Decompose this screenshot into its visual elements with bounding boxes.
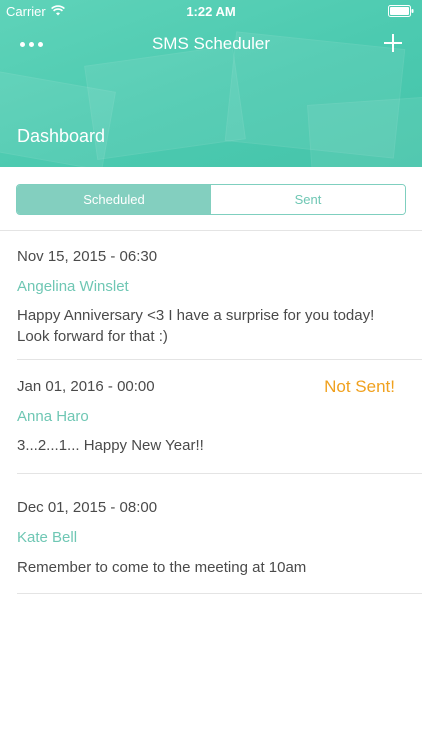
message-text: Happy Anniversary <3 I have a surprise f… xyxy=(17,307,375,345)
status-bar: Carrier 1:22 AM xyxy=(0,0,422,22)
envelope-decoration xyxy=(307,95,422,167)
page-title: Dashboard xyxy=(17,126,106,146)
message-text: Remember to come to the meeting at 10am xyxy=(17,559,307,576)
list-item[interactable]: Jan 01, 2016 - 00:00 Not Sent! Anna Haro… xyxy=(0,360,422,474)
tab-sent[interactable]: Sent xyxy=(211,185,405,214)
recipient-name: Anna Haro xyxy=(17,408,89,425)
list-item[interactable]: Nov 15, 2015 - 06:30 Angelina Winslet Ha… xyxy=(0,231,422,360)
list-item[interactable]: Dec 01, 2015 - 08:00 Kate Bell Remember … xyxy=(0,474,422,594)
tab-scheduled[interactable]: Scheduled xyxy=(17,185,211,214)
app-title: SMS Scheduler xyxy=(151,34,271,53)
clock: 1:22 AM xyxy=(186,4,236,19)
recipient-name: Kate Bell xyxy=(17,529,78,546)
message-date: Nov 15, 2015 - 06:30 xyxy=(17,248,158,265)
battery-icon xyxy=(388,5,414,17)
status-badge: Not Sent! xyxy=(324,377,395,396)
divider xyxy=(17,593,422,594)
navigation-bar: SMS Scheduler xyxy=(0,24,422,64)
add-message-button[interactable] xyxy=(378,28,408,58)
header: Carrier 1:22 AM SMS Scheduler Dashboard xyxy=(0,0,422,167)
segmented-control: Scheduled Sent xyxy=(16,184,406,215)
plus-icon xyxy=(384,34,402,52)
message-date: Dec 01, 2015 - 08:00 xyxy=(17,499,158,516)
message-date: Jan 01, 2016 - 00:00 xyxy=(17,378,155,395)
recipient-name: Angelina Winslet xyxy=(17,278,129,295)
message-text: 3...2...1... Happy New Year!! xyxy=(17,437,204,454)
